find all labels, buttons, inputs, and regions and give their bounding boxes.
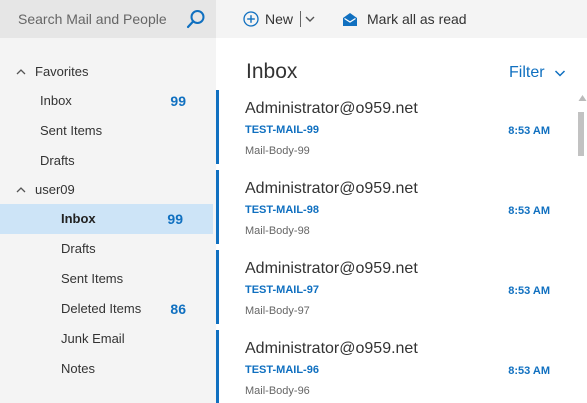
message-sender: Administrator@o959.net [245, 180, 418, 197]
unread-indicator [216, 330, 219, 403]
folder-label: Drafts [61, 241, 96, 256]
unread-indicator [216, 250, 219, 324]
folder-label: Notes [61, 361, 95, 376]
folder-label: Sent Items [61, 271, 124, 286]
message-preview: Mail-Body-99 [245, 145, 310, 157]
chevron-up-icon[interactable] [15, 58, 29, 86]
mark-all-read-label: Mark all as read [367, 11, 467, 27]
message-item[interactable]: Administrator@o959.net TEST-MAIL-98 8:53… [216, 170, 576, 244]
favorite-item-sent-items[interactable]: Sent Items [0, 116, 216, 146]
folder-item-notes[interactable]: Notes [0, 354, 216, 384]
folder-label: Sent Items [40, 123, 103, 138]
folder-item-drafts[interactable]: Drafts [0, 234, 216, 264]
folder-label: Drafts [40, 153, 75, 168]
unread-count: 86 [170, 301, 186, 317]
account-group-header[interactable]: user09 [0, 176, 216, 204]
unread-count: 99 [170, 93, 186, 109]
chevron-down-icon [554, 70, 565, 77]
message-sender: Administrator@o959.net [245, 260, 418, 277]
folder-label: Inbox [61, 211, 96, 226]
message-preview: Mail-Body-96 [245, 385, 310, 397]
folder-tree: Favorites Inbox 99 Sent Items Drafts use… [0, 58, 216, 384]
message-sender: Administrator@o959.net [245, 100, 418, 117]
new-button-label: New [265, 11, 294, 27]
message-subject: TEST-MAIL-99 [245, 124, 319, 136]
folder-label: Inbox [40, 93, 72, 108]
group-label: Favorites [35, 64, 89, 79]
filter-button[interactable]: Filter [509, 64, 566, 82]
message-item[interactable]: Administrator@o959.net TEST-MAIL-99 8:53… [216, 90, 576, 164]
scrollbar-thumb[interactable] [578, 112, 584, 156]
favorite-item-inbox[interactable]: Inbox 99 [0, 86, 216, 116]
folder-item-deleted-items[interactable]: Deleted Items 86 [0, 294, 216, 324]
unread-indicator [216, 90, 219, 164]
folder-label: Deleted Items [61, 301, 142, 316]
unread-count: 99 [167, 211, 183, 227]
folder-label: Junk Email [61, 331, 125, 346]
message-time: 8:53 AM [508, 285, 550, 297]
message-subject: TEST-MAIL-97 [245, 284, 319, 296]
group-label: user09 [35, 182, 75, 197]
message-time: 8:53 AM [508, 205, 550, 217]
chevron-up-icon[interactable] [15, 176, 29, 204]
list-title: Inbox [246, 60, 298, 83]
unread-indicator [216, 170, 219, 244]
message-time: 8:53 AM [508, 365, 550, 377]
message-sender: Administrator@o959.net [245, 340, 418, 357]
folder-item-sent-items[interactable]: Sent Items [0, 264, 216, 294]
folder-item-inbox[interactable]: Inbox 99 [0, 204, 213, 234]
search-box [0, 0, 216, 38]
scroll-up-arrow-icon[interactable] [578, 94, 587, 102]
new-button[interactable]: New [243, 8, 293, 30]
message-preview: Mail-Body-97 [245, 305, 310, 317]
folder-pane: Favorites Inbox 99 Sent Items Drafts use… [0, 0, 216, 403]
favorites-group-header[interactable]: Favorites [0, 58, 216, 86]
folder-item-junk-email[interactable]: Junk Email [0, 324, 216, 354]
message-item[interactable]: Administrator@o959.net TEST-MAIL-97 8:53… [216, 250, 576, 324]
message-preview: Mail-Body-98 [245, 225, 310, 237]
search-input[interactable] [0, 0, 178, 38]
favorite-item-drafts[interactable]: Drafts [0, 146, 216, 176]
message-subject: TEST-MAIL-96 [245, 364, 319, 376]
message-item[interactable]: Administrator@o959.net TEST-MAIL-96 8:53… [216, 330, 576, 403]
command-bar: New Mark all as read [216, 0, 587, 38]
divider [300, 11, 301, 27]
plus-circle-icon [243, 11, 259, 27]
search-icon[interactable] [186, 9, 206, 29]
filter-label: Filter [509, 64, 545, 81]
envelope-open-icon [343, 13, 357, 26]
chevron-down-icon[interactable] [304, 12, 316, 26]
mark-all-read-button[interactable]: Mark all as read [342, 8, 467, 30]
message-subject: TEST-MAIL-98 [245, 204, 319, 216]
message-list: Inbox Filter Administrator@o959.net TEST… [216, 38, 587, 403]
message-time: 8:53 AM [508, 125, 550, 137]
